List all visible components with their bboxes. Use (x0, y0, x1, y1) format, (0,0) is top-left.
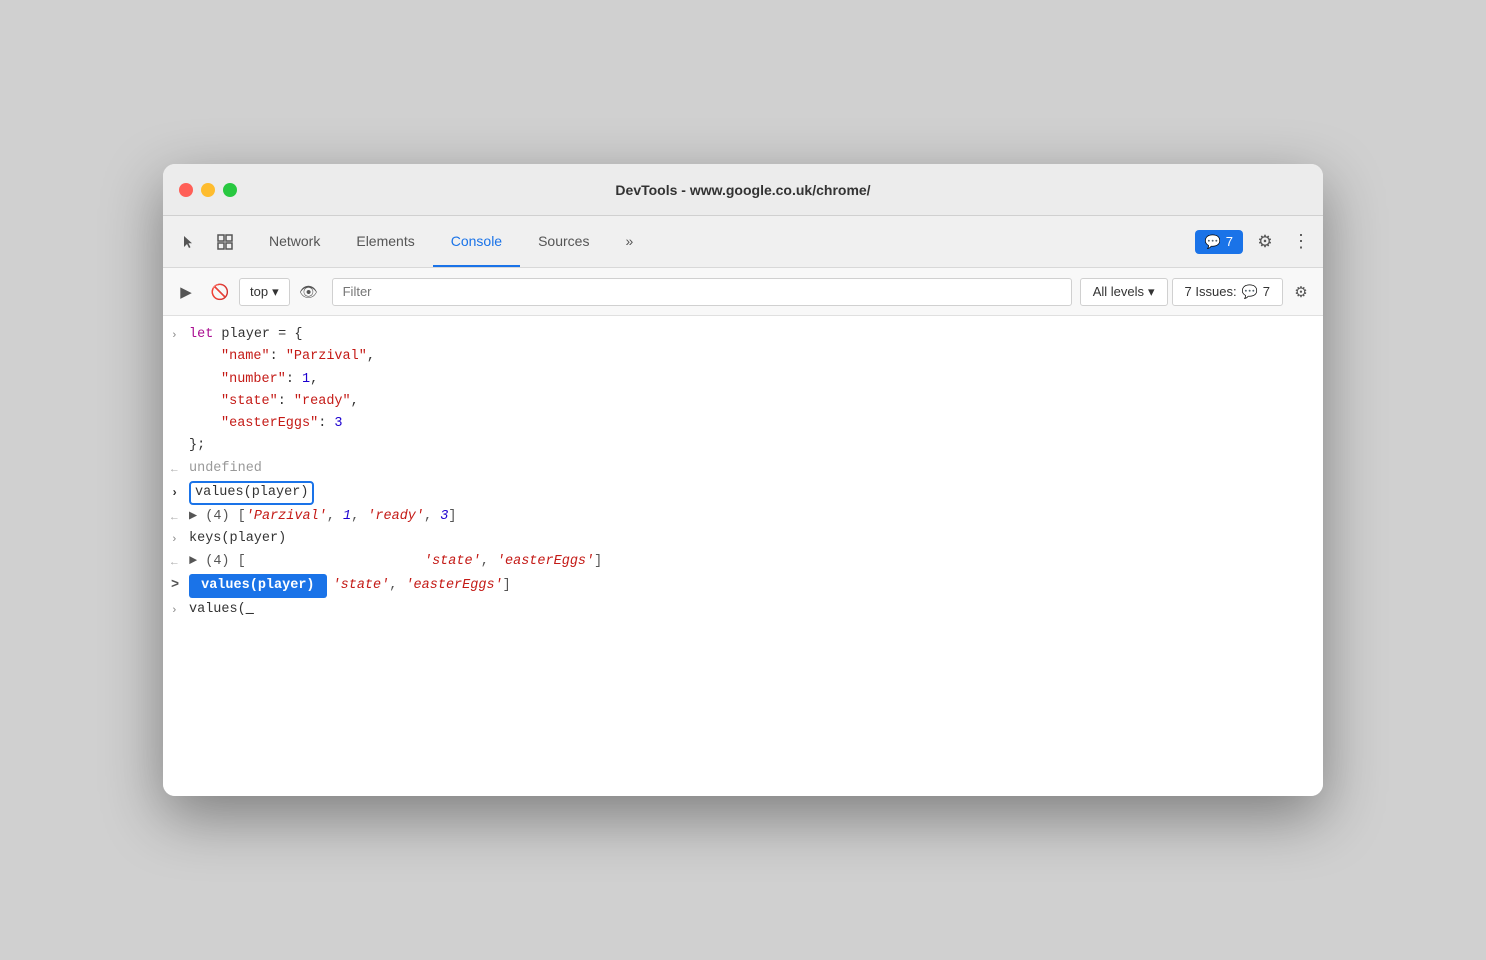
partial-output: 'state', 'easterEggs'] (333, 576, 511, 596)
tab-network[interactable]: Network (251, 216, 338, 267)
issues-count-display[interactable]: 7 Issues: 💬 7 (1172, 278, 1283, 306)
code-line: values(_ (189, 600, 1315, 620)
output-value: ▶ (4) ['Parzival', 1, 'ready', 3] (189, 507, 1315, 527)
autocomplete-suggestion[interactable]: values(player) (189, 574, 326, 598)
spacer: › (171, 439, 183, 456)
autocomplete-row: > values(player) 'state', 'easterEggs'] (163, 573, 1323, 599)
log-levels-label: All levels (1093, 284, 1144, 299)
code-line: keys(player) (189, 529, 1315, 549)
issues-badge[interactable]: 💬 7 (1195, 230, 1243, 254)
console-settings-button[interactable]: ⚙ (1287, 278, 1315, 306)
dropdown-arrow-icon: ▾ (272, 284, 279, 300)
list-item: › "state": "ready", (163, 391, 1323, 413)
list-item: › }; (163, 435, 1323, 457)
list-item: ← ▶ (4) ['Parzival', 1, 'ready', 3] (163, 506, 1323, 528)
code-line: "state": "ready", (189, 392, 1315, 412)
code-line: let player = { (189, 325, 1315, 345)
output-arrow: ← (171, 462, 183, 479)
context-selector[interactable]: top ▾ (239, 278, 290, 306)
more-options-button[interactable]: ⋮ (1287, 228, 1315, 256)
block-button[interactable]: 🚫 (205, 277, 235, 307)
tabs-bar: Network Elements Console Sources » 💬 7 ⚙… (163, 216, 1323, 268)
tab-elements[interactable]: Elements (338, 216, 432, 267)
output-arrow: ← (171, 555, 183, 572)
maximize-button[interactable] (223, 183, 237, 197)
output-value: undefined (189, 459, 1315, 479)
close-button[interactable] (179, 183, 193, 197)
traffic-lights (179, 183, 237, 197)
expand-icon[interactable]: › (171, 328, 183, 345)
log-levels-selector[interactable]: All levels ▾ (1080, 278, 1168, 306)
tab-sources[interactable]: Sources (520, 216, 607, 267)
code-line: values(player) (189, 481, 1315, 505)
spacer: › (171, 417, 183, 434)
code-line: }; (189, 436, 1315, 456)
code-line: "name": "Parzival", (189, 347, 1315, 367)
spacer: › (171, 373, 183, 390)
expand-icon[interactable]: › (171, 603, 183, 620)
window-title: DevTools - www.google.co.uk/chrome/ (615, 182, 870, 198)
tabs-right-controls: 💬 7 ⚙ ⋮ (1195, 226, 1315, 258)
issues-text: 7 Issues: (1185, 284, 1237, 299)
list-item: › "easterEggs": 3 (163, 413, 1323, 435)
list-item: › let player = { (163, 324, 1323, 346)
list-item: › "name": "Parzival", (163, 346, 1323, 368)
titlebar: DevTools - www.google.co.uk/chrome/ (163, 164, 1323, 216)
main-tabs: Network Elements Console Sources » (251, 216, 651, 267)
code-line: "easterEggs": 3 (189, 414, 1315, 434)
minimize-button[interactable] (201, 183, 215, 197)
run-button[interactable]: ▶ (171, 277, 201, 307)
output-value: ► (4) [ 'name', 'number', 's 'state', 'e… (189, 552, 1315, 572)
code-line: "number": 1, (189, 370, 1315, 390)
message-icon-small: 💬 (1242, 284, 1258, 300)
spacer: › (171, 350, 183, 367)
message-icon: 💬 (1205, 234, 1221, 250)
context-label: top (250, 284, 268, 299)
console-toolbar: ▶ 🚫 top ▾ 👁 All levels ▾ 7 Issues: 💬 7 ⚙ (163, 268, 1323, 316)
list-item: › values(_ (163, 599, 1323, 621)
devtools-window: DevTools - www.google.co.uk/chrome/ Netw… (163, 164, 1323, 796)
highlighted-command: values(player) (189, 481, 314, 505)
inspect-icon[interactable] (207, 224, 243, 260)
issues-number: 7 (1263, 284, 1270, 299)
prompt-icon: > (171, 576, 179, 596)
tab-console[interactable]: Console (433, 216, 520, 267)
dropdown-chevron-icon: ▾ (1148, 284, 1155, 300)
spacer: › (171, 395, 183, 412)
expand-icon[interactable]: › (171, 484, 183, 502)
settings-button[interactable]: ⚙ (1249, 226, 1281, 258)
list-item: › values(player) (163, 480, 1323, 506)
eye-button[interactable]: 👁 (294, 277, 324, 307)
list-item: ← undefined (163, 458, 1323, 480)
filter-input[interactable] (332, 278, 1072, 306)
cursor-icon[interactable] (171, 224, 207, 260)
expand-icon[interactable]: › (171, 532, 183, 549)
issues-count: 7 (1226, 234, 1233, 249)
list-item: › keys(player) (163, 528, 1323, 550)
list-item: › "number": 1, (163, 369, 1323, 391)
console-output: › let player = { › "name": "Parzival", ›… (163, 316, 1323, 796)
output-arrow: ← (171, 510, 183, 527)
tab-more[interactable]: » (607, 216, 651, 267)
list-item: ← ► (4) [ 'name', 'number', 's 'state', … (163, 551, 1323, 573)
